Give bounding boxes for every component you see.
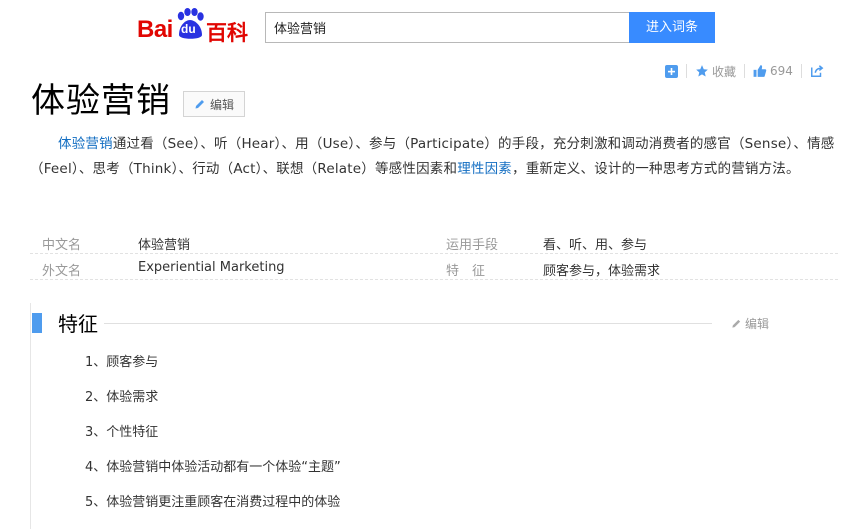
like-count: 694 xyxy=(770,64,793,78)
summary-link-lixingyinsu[interactable]: 理性因素 xyxy=(457,161,512,177)
info-value: 看、听、用、参与 xyxy=(543,238,648,253)
collect-button[interactable]: 收藏 xyxy=(695,63,736,80)
info-value: Experiential Marketing xyxy=(138,260,285,275)
like-button[interactable]: 694 xyxy=(753,64,793,78)
section-left-border xyxy=(30,303,31,529)
star-icon xyxy=(696,65,708,77)
info-key: 特 征 xyxy=(446,264,486,279)
summary-link-tiyanyingxiao[interactable]: 体验营销 xyxy=(58,136,113,152)
info-value: 顾客参与，体验需求 xyxy=(543,264,661,279)
info-key: 外文名 xyxy=(42,264,82,279)
list-item: 2、体验需求 xyxy=(85,390,159,405)
logo-text-baike: 百科 xyxy=(206,21,248,45)
summary-text-2: ，重新定义、设计的一种思考方式的营销方法。 xyxy=(512,161,800,177)
pencil-icon xyxy=(195,100,204,109)
lemma-summary: 体验营销通过看（See）、听（Hear）、用（Use）、参与（Participa… xyxy=(30,132,835,182)
search-input[interactable] xyxy=(265,12,629,43)
info-key: 中文名 xyxy=(42,238,82,253)
page-title: 体验营销 xyxy=(31,81,171,121)
basic-info-row: 中文名 体验营销 运用手段 看、听、用、参与 xyxy=(30,229,838,254)
section-title: 特征 xyxy=(58,312,98,336)
collect-label: 收藏 xyxy=(712,64,737,79)
list-item: 3、个性特征 xyxy=(85,425,159,440)
section-title-marker xyxy=(32,313,42,333)
section-edit-label: 编辑 xyxy=(745,317,770,331)
logo-text-bai: Bai xyxy=(137,16,173,43)
basic-info-row: 外文名 Experiential Marketing 特 征 顾客参与，体验需求 xyxy=(30,255,838,280)
list-item: 5、体验营销更注重顾客在消费过程中的体验 xyxy=(85,495,341,510)
edit-button[interactable]: 编辑 xyxy=(183,91,245,117)
list-item: 1、顾客参与 xyxy=(85,355,159,370)
baidu-baike-logo[interactable]: Bai du 百科 xyxy=(137,6,257,45)
section-edit-button[interactable]: 编辑 xyxy=(731,315,769,332)
edit-button-label: 编辑 xyxy=(209,97,234,112)
add-icon[interactable] xyxy=(665,64,678,78)
toolbar-divider xyxy=(686,64,687,78)
info-value: 体验营销 xyxy=(138,238,191,253)
pencil-icon xyxy=(732,319,741,328)
list-item: 4、体验营销中体验活动都有一个体验“主题” xyxy=(85,460,341,475)
section-divider xyxy=(104,323,712,324)
toolbar-divider xyxy=(800,64,802,78)
logo-text-du: du xyxy=(181,22,196,36)
toolbar-divider xyxy=(744,64,746,78)
enter-entry-button[interactable]: 进入词条 xyxy=(629,12,715,43)
share-icon[interactable] xyxy=(810,64,824,78)
thumbs-up-icon xyxy=(753,65,767,77)
info-key: 运用手段 xyxy=(446,238,499,253)
entry-toolbar: 收藏 694 xyxy=(665,62,824,80)
